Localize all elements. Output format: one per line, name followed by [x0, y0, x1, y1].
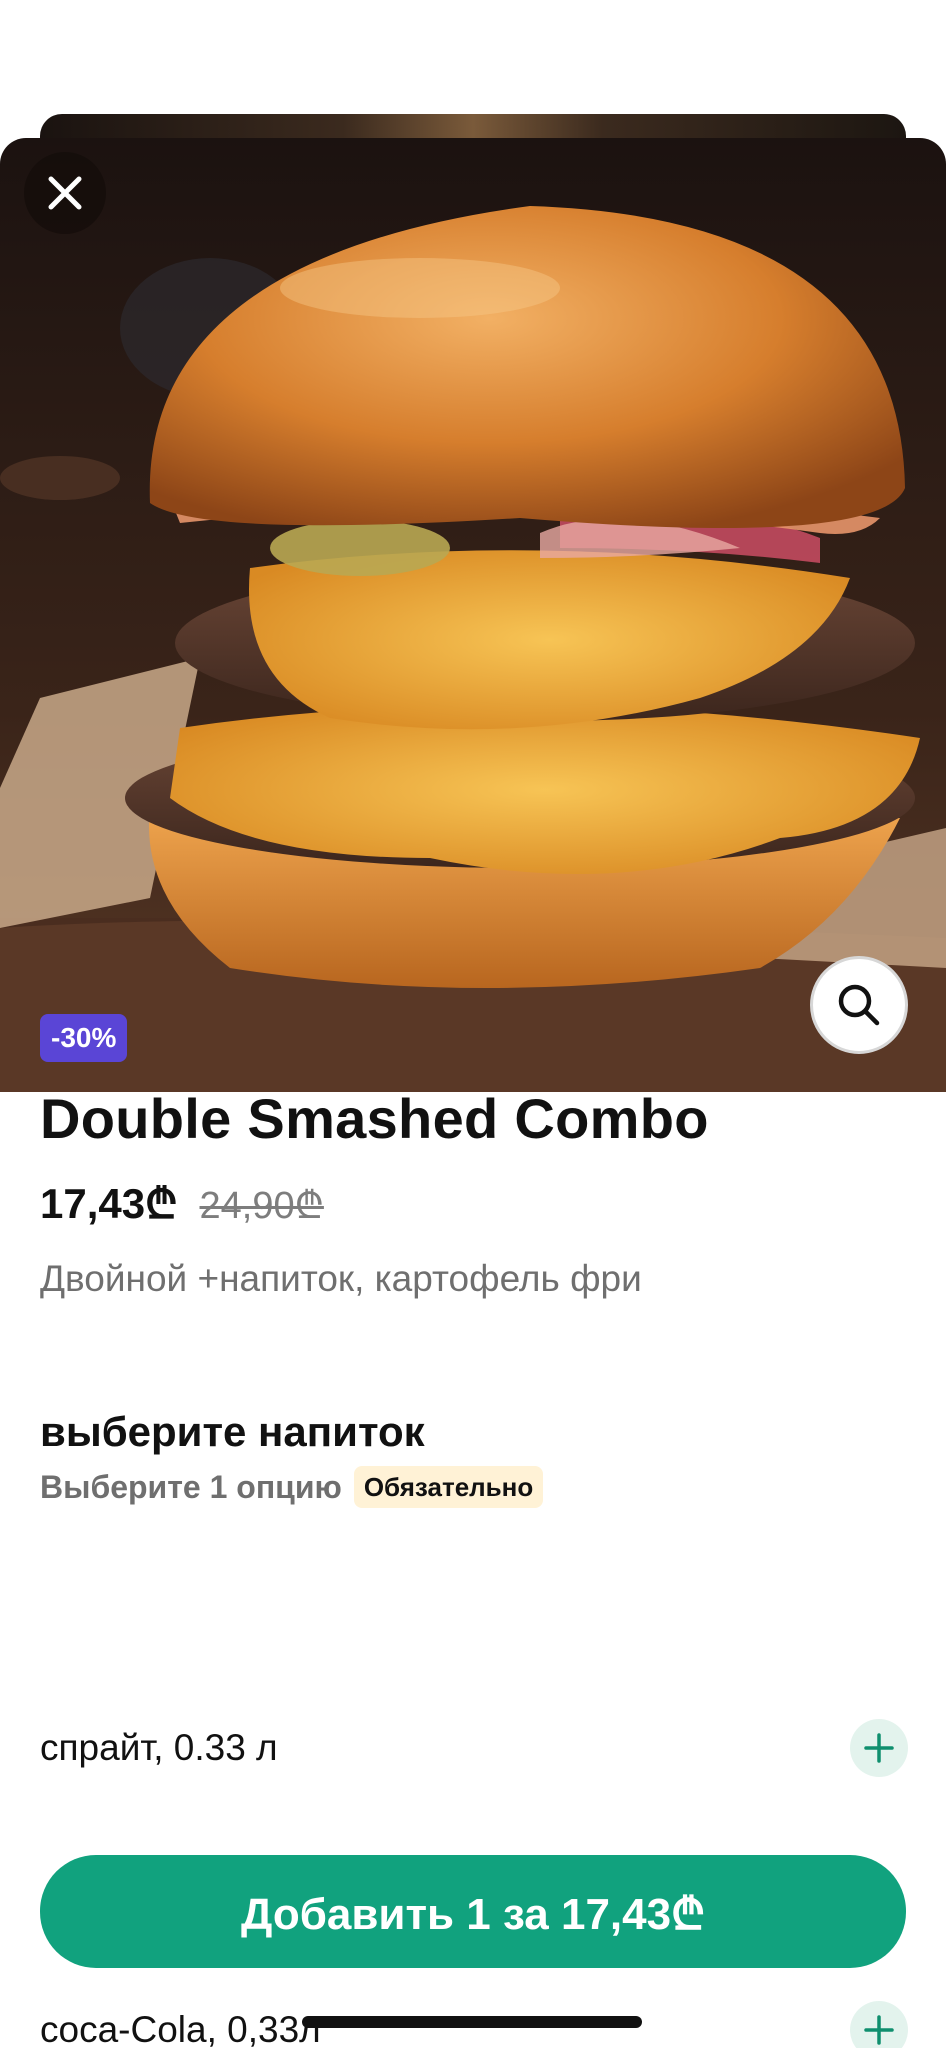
drink-section-title: выберите напиток: [40, 1408, 425, 1455]
search-icon: [838, 984, 880, 1026]
old-price: 24,90₾: [199, 1185, 324, 1227]
drink-section-subtitle: Выберите 1 опцию: [40, 1468, 342, 1505]
plus-icon: [864, 1733, 894, 1763]
add-to-cart-button[interactable]: Добавить 1 за 17,43₾: [40, 1855, 906, 1968]
drink-option-label: спрайт, 0.33 л: [40, 1727, 278, 1768]
close-icon: [48, 176, 82, 210]
product-photo: [0, 138, 946, 1092]
zoom-photo-button[interactable]: [810, 956, 908, 1054]
drink-section-subtitle-row: Выберите 1 опцию Обязательно: [40, 1466, 544, 1508]
discount-badge: -30%: [40, 1014, 128, 1062]
product-description: Двойной +напиток, картофель фри: [40, 1258, 642, 1299]
drink-option-label: coca-Cola, 0,33л: [40, 2009, 321, 2048]
close-button[interactable]: [24, 152, 106, 234]
current-price: 17,43₾: [40, 1180, 178, 1227]
add-option-button[interactable]: [850, 1719, 908, 1777]
product-title: Double Smashed Combo: [40, 1087, 709, 1150]
required-badge: Обязательно: [353, 1466, 544, 1508]
add-option-button[interactable]: [850, 2001, 908, 2048]
home-indicator: [302, 2016, 642, 2028]
drink-option-row[interactable]: спрайт, 0.33 л: [0, 1703, 946, 1793]
price-row: 17,43₾ 24,90₾: [40, 1174, 324, 1231]
plus-icon: [864, 2015, 894, 2045]
